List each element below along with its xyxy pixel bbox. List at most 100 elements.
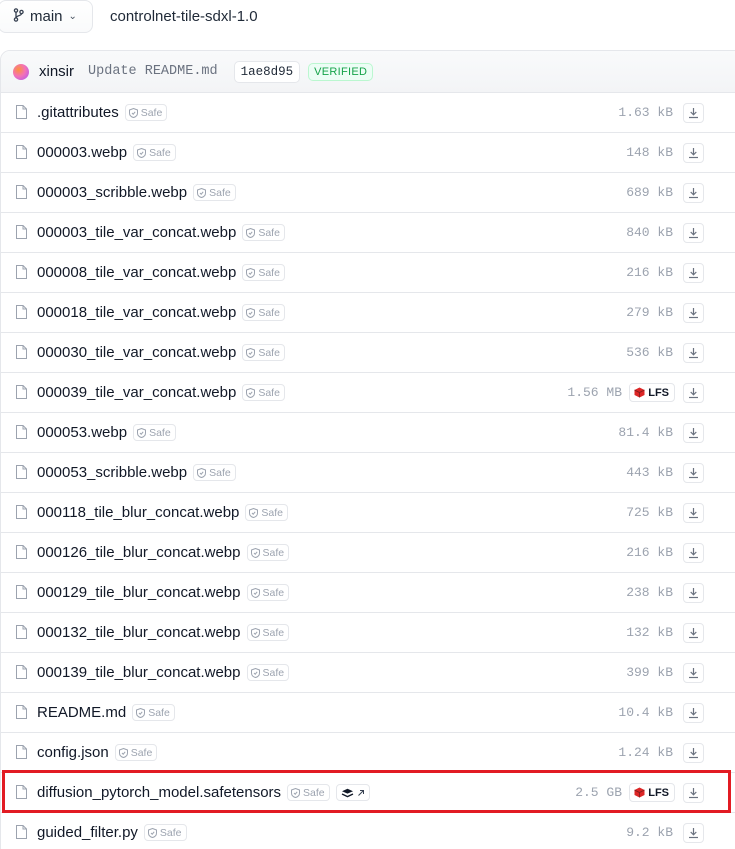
file-row[interactable]: 000053_scribble.webp Safe 443 kB xyxy=(1,453,735,493)
file-row[interactable]: diffusion_pytorch_model.safetensors Safe 2… xyxy=(1,773,735,813)
safe-badge[interactable]: Safe xyxy=(246,664,290,681)
download-button[interactable] xyxy=(683,383,704,403)
safe-badge[interactable]: Safe xyxy=(124,104,168,121)
commit-author[interactable]: xinsir xyxy=(39,63,74,80)
download-button[interactable] xyxy=(683,103,704,123)
file-size[interactable]: 9.2 kB xyxy=(626,825,673,840)
safe-badge[interactable]: Safe xyxy=(242,224,285,241)
file-row[interactable]: 000008_tile_var_concat.webp Safe 216 kB xyxy=(1,253,735,293)
safe-badge[interactable]: Safe xyxy=(143,824,187,841)
download-button[interactable] xyxy=(683,303,704,323)
safe-badge[interactable]: Safe xyxy=(133,144,176,161)
download-button[interactable] xyxy=(683,543,704,563)
file-name-link[interactable]: diffusion_pytorch_model.safetensors xyxy=(37,784,281,801)
file-name-link[interactable]: 000126_tile_blur_concat.webp xyxy=(37,544,241,561)
commit-message[interactable]: Update README.md xyxy=(88,64,218,79)
download-button[interactable] xyxy=(683,703,704,723)
download-button[interactable] xyxy=(683,743,704,763)
file-row[interactable]: 000139_tile_blur_concat.webp Safe 399 kB xyxy=(1,653,735,693)
safe-badge[interactable]: Safe xyxy=(242,264,285,281)
file-name-link[interactable]: config.json xyxy=(37,744,109,761)
file-row[interactable]: 000003_scribble.webp Safe 689 kB xyxy=(1,173,735,213)
file-size[interactable]: 216 kB xyxy=(626,265,673,280)
file-name-link[interactable]: README.md xyxy=(37,704,126,721)
file-size[interactable]: 399 kB xyxy=(626,665,673,680)
file-name-link[interactable]: 000139_tile_blur_concat.webp xyxy=(37,664,241,681)
branch-selector-button[interactable]: main ⌄ xyxy=(0,0,93,33)
safe-badge[interactable]: Safe xyxy=(114,744,158,761)
file-row[interactable]: 000132_tile_blur_concat.webp Safe 132 kB xyxy=(1,613,735,653)
file-row[interactable]: config.json Safe 1.24 kB xyxy=(1,733,735,773)
file-size[interactable]: 279 kB xyxy=(626,305,673,320)
avatar[interactable] xyxy=(13,63,29,80)
file-size[interactable]: 10.4 kB xyxy=(618,705,673,720)
file-row[interactable]: 000129_tile_blur_concat.webp Safe 238 kB xyxy=(1,573,735,613)
download-button[interactable] xyxy=(683,223,704,243)
file-row[interactable]: README.md Safe 10.4 kB xyxy=(1,693,735,733)
file-name-link[interactable]: 000053.webp xyxy=(37,424,127,441)
file-size[interactable]: 81.4 kB xyxy=(618,425,673,440)
file-row[interactable]: 000039_tile_var_concat.webp Safe 1.56 MB LF… xyxy=(1,373,735,413)
file-name-link[interactable]: guided_filter.py xyxy=(37,824,138,841)
file-size[interactable]: 148 kB xyxy=(626,145,673,160)
download-button[interactable] xyxy=(683,503,704,523)
commit-sha[interactable]: 1ae8d95 xyxy=(233,60,301,83)
file-row[interactable]: 000030_tile_var_concat.webp Safe 536 kB xyxy=(1,333,735,373)
file-name-link[interactable]: .gitattributes xyxy=(37,104,119,121)
safe-badge[interactable]: Safe xyxy=(132,704,175,721)
safe-badge[interactable]: Safe xyxy=(193,184,236,201)
download-button[interactable] xyxy=(683,143,704,163)
safe-badge[interactable]: Safe xyxy=(287,784,330,801)
file-row[interactable]: 000118_tile_blur_concat.webp Safe 725 kB xyxy=(1,493,735,533)
file-name-link[interactable]: 000003_tile_var_concat.webp xyxy=(37,224,236,241)
file-row[interactable]: 000053.webp Safe 81.4 kB xyxy=(1,413,735,453)
safe-badge[interactable]: Safe xyxy=(246,624,290,641)
file-size[interactable]: 536 kB xyxy=(626,345,673,360)
file-size[interactable]: 1.56 MB xyxy=(567,385,622,400)
safe-badge[interactable]: Safe xyxy=(242,344,285,361)
lfs-badge[interactable]: LFS xyxy=(629,783,675,802)
safe-badge[interactable]: Safe xyxy=(246,584,290,601)
file-name-link[interactable]: 000003.webp xyxy=(37,144,127,161)
file-size[interactable]: 443 kB xyxy=(626,465,673,480)
file-size[interactable]: 1.24 kB xyxy=(618,745,673,760)
file-name-link[interactable]: 000008_tile_var_concat.webp xyxy=(37,264,236,281)
file-size[interactable]: 216 kB xyxy=(626,545,673,560)
file-size[interactable]: 132 kB xyxy=(626,625,673,640)
file-size[interactable]: 2.5 GB xyxy=(575,785,622,800)
file-name-link[interactable]: 000118_tile_blur_concat.webp xyxy=(37,504,239,521)
download-button[interactable] xyxy=(683,623,704,643)
open-in-viewer-button[interactable] xyxy=(335,784,370,801)
download-button[interactable] xyxy=(683,263,704,283)
file-name-link[interactable]: 000039_tile_var_concat.webp xyxy=(37,384,236,401)
safe-badge[interactable]: Safe xyxy=(242,384,285,401)
download-button[interactable] xyxy=(683,583,704,603)
file-name-link[interactable]: 000030_tile_var_concat.webp xyxy=(37,344,236,361)
download-button[interactable] xyxy=(683,343,704,363)
file-row[interactable]: 000126_tile_blur_concat.webp Safe 216 kB xyxy=(1,533,735,573)
file-size[interactable]: 840 kB xyxy=(626,225,673,240)
file-size[interactable]: 238 kB xyxy=(626,585,673,600)
download-button[interactable] xyxy=(683,663,704,683)
safe-badge[interactable]: Safe xyxy=(246,544,290,561)
file-row[interactable]: .gitattributes Safe 1.63 kB xyxy=(1,93,735,133)
file-row[interactable]: 000018_tile_var_concat.webp Safe 279 kB xyxy=(1,293,735,333)
safe-badge[interactable]: Safe xyxy=(245,504,288,521)
file-size[interactable]: 689 kB xyxy=(626,185,673,200)
file-size[interactable]: 725 kB xyxy=(626,505,673,520)
safe-badge[interactable]: Safe xyxy=(193,464,236,481)
download-button[interactable] xyxy=(683,783,704,803)
file-name-link[interactable]: 000053_scribble.webp xyxy=(37,464,187,481)
download-button[interactable] xyxy=(683,423,704,443)
file-row[interactable]: guided_filter.py Safe 9.2 kB xyxy=(1,813,735,849)
file-name-link[interactable]: 000132_tile_blur_concat.webp xyxy=(37,624,241,641)
file-row[interactable]: 000003.webp Safe 148 kB xyxy=(1,133,735,173)
file-name-link[interactable]: 000003_scribble.webp xyxy=(37,184,187,201)
file-size[interactable]: 1.63 kB xyxy=(618,105,673,120)
lfs-badge[interactable]: LFS xyxy=(629,383,675,402)
safe-badge[interactable]: Safe xyxy=(242,304,285,321)
file-name-link[interactable]: 000129_tile_blur_concat.webp xyxy=(37,584,241,601)
download-button[interactable] xyxy=(683,463,704,483)
file-row[interactable]: 000003_tile_var_concat.webp Safe 840 kB xyxy=(1,213,735,253)
file-name-link[interactable]: 000018_tile_var_concat.webp xyxy=(37,304,236,321)
